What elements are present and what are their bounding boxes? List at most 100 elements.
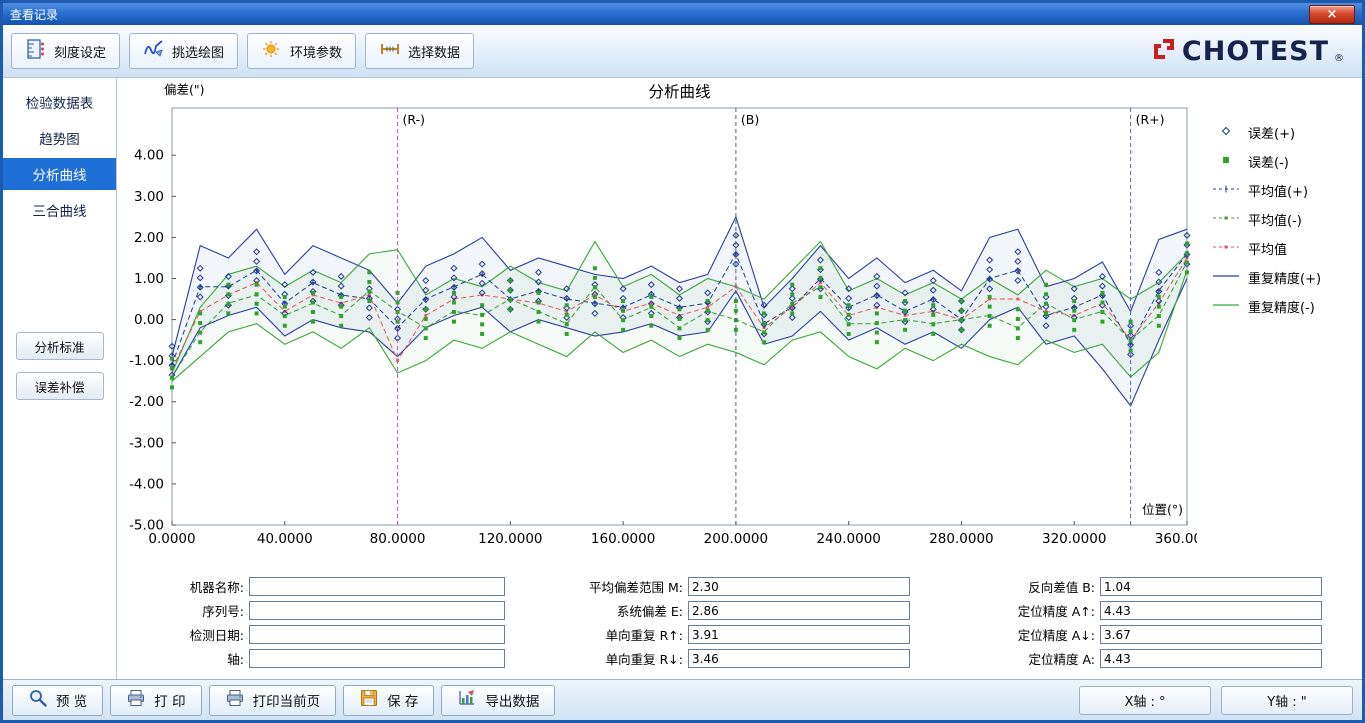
- results-form: 机器名称: 序列号: 检测日期: 轴: 平均偏差范围 M: 系统偏差 E: 单向…: [117, 565, 1362, 679]
- positioning-accuracy-down-input[interactable]: [1100, 625, 1322, 644]
- machine-info-column: 机器名称: 序列号: 检测日期: 轴:: [152, 577, 505, 673]
- axis-input[interactable]: [249, 649, 505, 668]
- dashed-green-line-icon: [1211, 212, 1241, 228]
- svg-text:80.0000: 80.0000: [370, 531, 426, 547]
- svg-text:360.0000: 360.0000: [1155, 531, 1197, 547]
- select-data-label: 选择数据: [408, 45, 461, 61]
- svg-text:-3.00: -3.00: [129, 435, 164, 451]
- machine-name-label: 机器名称:: [189, 580, 244, 595]
- close-button[interactable]: ×: [1309, 4, 1355, 24]
- preview-label: 预 览: [56, 694, 88, 710]
- unidirectional-repeat-up-label: 单向重复 R↑:: [605, 628, 683, 643]
- legend-item-repeatability-plus: 重复精度(+): [1211, 263, 1362, 292]
- sidebar-tab-trend-chart[interactable]: 趋势图: [3, 122, 116, 154]
- analysis-standard-button[interactable]: 分析标准: [15, 332, 104, 360]
- export-data-button[interactable]: 导出数据: [441, 684, 556, 716]
- svg-text:4.00: 4.00: [134, 148, 164, 164]
- mean-deviation-range-label: 平均偏差范围 M:: [589, 580, 683, 595]
- svg-text:1.00: 1.00: [134, 271, 164, 287]
- chart-section: 分析曲线 偏差(") 位置(°) 4.00 3.00 2.00 1.00 0.00 -1.00 -…: [117, 78, 1362, 565]
- legend-item-mean: 平均值: [1211, 234, 1362, 263]
- legend-item-mean-plus: 平均值(+): [1211, 176, 1362, 205]
- deviation-results-column: 平均偏差范围 M: 系统偏差 E: 单向重复 R↑: 单向重复 R↓:: [565, 577, 910, 673]
- svg-text:200.0000: 200.0000: [704, 531, 768, 547]
- inspection-date-label: 检测日期:: [189, 628, 244, 643]
- machine-name-input[interactable]: [249, 577, 505, 596]
- svg-text:分析曲线: 分析曲线: [648, 83, 710, 101]
- sidebar: 检验数据表 趋势图 分析曲线 三合曲线 分析标准 误差补偿: [3, 78, 117, 679]
- positioning-accuracy-up-input[interactable]: [1100, 601, 1322, 620]
- svg-text:3.00: 3.00: [134, 189, 164, 205]
- export-icon: [457, 688, 477, 712]
- main-area: 检验数据表 趋势图 分析曲线 三合曲线 分析标准 误差补偿 分析曲线 偏差(") 位…: [3, 78, 1362, 679]
- y-axis-unit-button[interactable]: Y轴 : ": [1221, 685, 1353, 715]
- svg-text:240.0000: 240.0000: [816, 531, 880, 547]
- error-compensation-button[interactable]: 误差补偿: [15, 372, 104, 400]
- svg-text:280.0000: 280.0000: [929, 531, 993, 547]
- scale-settings-icon: [25, 38, 47, 64]
- app-window: 查看记录 × 刻度设定 挑选绘图 环境参数 选择数据 CHOTEST ® 检验数…: [0, 0, 1365, 723]
- chotest-logo-icon: [1151, 36, 1177, 66]
- export-data-label: 导出数据: [485, 694, 540, 710]
- close-icon: ×: [1326, 6, 1338, 22]
- square-marker-icon: [1211, 154, 1241, 170]
- accuracy-results-column: 反向差值 B: 定位精度 A↑: 定位精度 A↓: 定位精度 A:: [983, 577, 1322, 673]
- titlebar: 查看记录 ×: [3, 3, 1362, 25]
- unidirectional-repeat-up-input[interactable]: [688, 625, 910, 644]
- positioning-accuracy-up-label: 定位精度 A↑:: [1017, 604, 1095, 619]
- chart-legend: 误差(+) 误差(-) 平均值(+) 平均值(-) 平均值 重复精度(+) 重复…: [1197, 78, 1362, 565]
- scale-settings-button[interactable]: 刻度设定: [11, 33, 121, 69]
- svg-text:2.00: 2.00: [134, 230, 164, 246]
- svg-text:160.0000: 160.0000: [591, 531, 655, 547]
- positioning-accuracy-input[interactable]: [1100, 649, 1322, 668]
- reverse-difference-input[interactable]: [1100, 577, 1322, 596]
- sidebar-button-group: 分析标准 误差补偿: [3, 332, 116, 400]
- sidebar-tab-triple-curve[interactable]: 三合曲线: [3, 194, 116, 226]
- legend-item-error-plus: 误差(+): [1211, 118, 1362, 147]
- svg-text:320.0000: 320.0000: [1042, 531, 1106, 547]
- svg-text:40.0000: 40.0000: [257, 531, 313, 547]
- environment-params-button[interactable]: 环境参数: [247, 33, 357, 69]
- save-button[interactable]: 保 存: [343, 684, 435, 716]
- select-data-icon: [379, 38, 401, 64]
- svg-text:-4.00: -4.00: [129, 476, 164, 492]
- mean-deviation-range-input[interactable]: [688, 577, 910, 596]
- svg-text:(R-): (R-): [403, 112, 425, 127]
- dashed-red-line-icon: [1211, 241, 1241, 257]
- inspection-date-input[interactable]: [249, 625, 505, 644]
- save-label: 保 存: [387, 694, 419, 710]
- svg-text:偏差("): 偏差("): [164, 82, 205, 97]
- axis-unit-buttons: X轴 : ° Y轴 : ": [1079, 685, 1353, 715]
- scale-settings-label: 刻度设定: [54, 45, 107, 61]
- reverse-difference-label: 反向差值 B:: [1028, 580, 1095, 595]
- sidebar-tab-analysis-curve[interactable]: 分析曲线: [3, 158, 116, 190]
- window-title: 查看记录: [10, 7, 59, 22]
- content-panel: 分析曲线 偏差(") 位置(°) 4.00 3.00 2.00 1.00 0.00 -1.00 -…: [117, 78, 1362, 679]
- print-current-page-button[interactable]: 打印当前页: [208, 684, 337, 716]
- svg-text:(R+): (R+): [1136, 112, 1165, 127]
- pick-plot-button[interactable]: 挑选绘图: [129, 33, 239, 69]
- printer-icon: [126, 688, 146, 712]
- pick-plot-icon: [143, 38, 165, 64]
- system-deviation-input[interactable]: [688, 601, 910, 620]
- analysis-chart: 分析曲线 偏差(") 位置(°) 4.00 3.00 2.00 1.00 0.00 -1.00 -…: [129, 82, 1197, 547]
- environment-params-label: 环境参数: [290, 45, 343, 61]
- preview-button[interactable]: 预 览: [12, 684, 104, 716]
- sidebar-tab-inspection-data-table[interactable]: 检验数据表: [3, 86, 116, 118]
- environment-params-icon: [261, 38, 283, 64]
- x-axis-unit-button[interactable]: X轴 : °: [1079, 685, 1211, 715]
- svg-text:0.0000: 0.0000: [148, 531, 195, 547]
- svg-text:-1.00: -1.00: [129, 353, 164, 369]
- top-toolbar: 刻度设定 挑选绘图 环境参数 选择数据 CHOTEST ®: [3, 25, 1362, 78]
- unidirectional-repeat-down-label: 单向重复 R↓:: [605, 652, 683, 667]
- legend-item-repeatability-minus: 重复精度(-): [1211, 292, 1362, 321]
- print-button[interactable]: 打 印: [110, 684, 202, 716]
- svg-text:(B): (B): [741, 112, 759, 127]
- save-icon: [359, 688, 379, 712]
- solid-blue-line-icon: [1211, 270, 1241, 286]
- print-current-page-label: 打印当前页: [252, 694, 321, 710]
- select-data-button[interactable]: 选择数据: [365, 33, 475, 69]
- system-deviation-label: 系统偏差 E:: [616, 604, 683, 619]
- unidirectional-repeat-down-input[interactable]: [688, 649, 910, 668]
- serial-number-input[interactable]: [249, 601, 505, 620]
